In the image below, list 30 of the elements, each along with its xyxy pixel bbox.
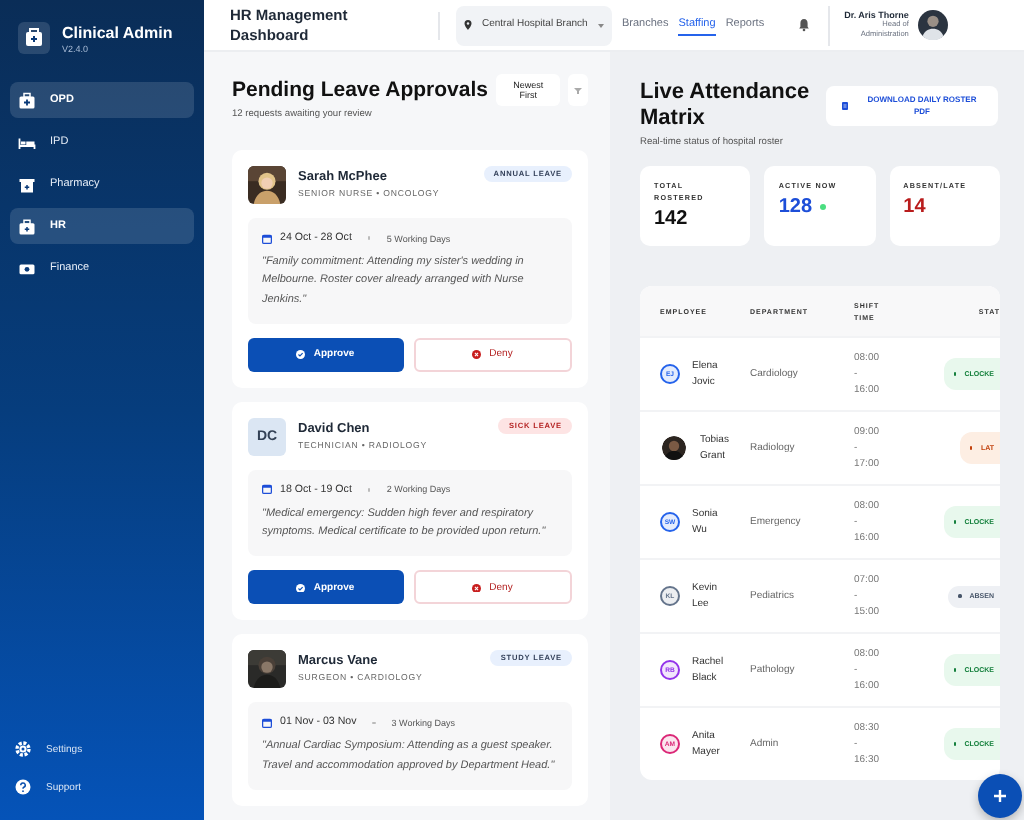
check-icon: [296, 350, 306, 360]
section-title: Live Attendance Matrix: [640, 80, 812, 132]
help-icon: [14, 778, 32, 796]
bell-icon[interactable]: [798, 18, 811, 32]
settings-icon: [14, 740, 32, 758]
bed-icon: [18, 133, 36, 151]
plus-icon: [994, 790, 1006, 802]
stat-value: 128: [778, 196, 813, 218]
location-pin-icon: [464, 20, 472, 30]
store-icon: [18, 175, 36, 193]
stat-value: 14: [903, 196, 926, 218]
add-button[interactable]: [978, 774, 1022, 818]
calendar-icon: [262, 717, 272, 728]
caret-icon: [598, 23, 604, 27]
document-icon: [842, 102, 848, 110]
calendar-icon: [262, 484, 272, 495]
medkit-icon: [18, 22, 50, 54]
user-avatar[interactable]: [918, 10, 949, 40]
briefcase-icon: [18, 217, 36, 235]
banknote-icon: [18, 259, 36, 277]
calendar-icon: [262, 233, 272, 243]
live-dot-icon: [820, 204, 827, 210]
app-title: Clinical Admin: [62, 23, 173, 41]
check-icon: [296, 583, 306, 593]
medkit-icon: [18, 91, 36, 109]
stat-value: 142: [654, 208, 688, 230]
cancel-icon: [472, 583, 482, 593]
cancel-icon: [472, 350, 482, 360]
section-title: Pending Leave Approvals: [232, 78, 488, 102]
filter-icon: [574, 87, 583, 93]
